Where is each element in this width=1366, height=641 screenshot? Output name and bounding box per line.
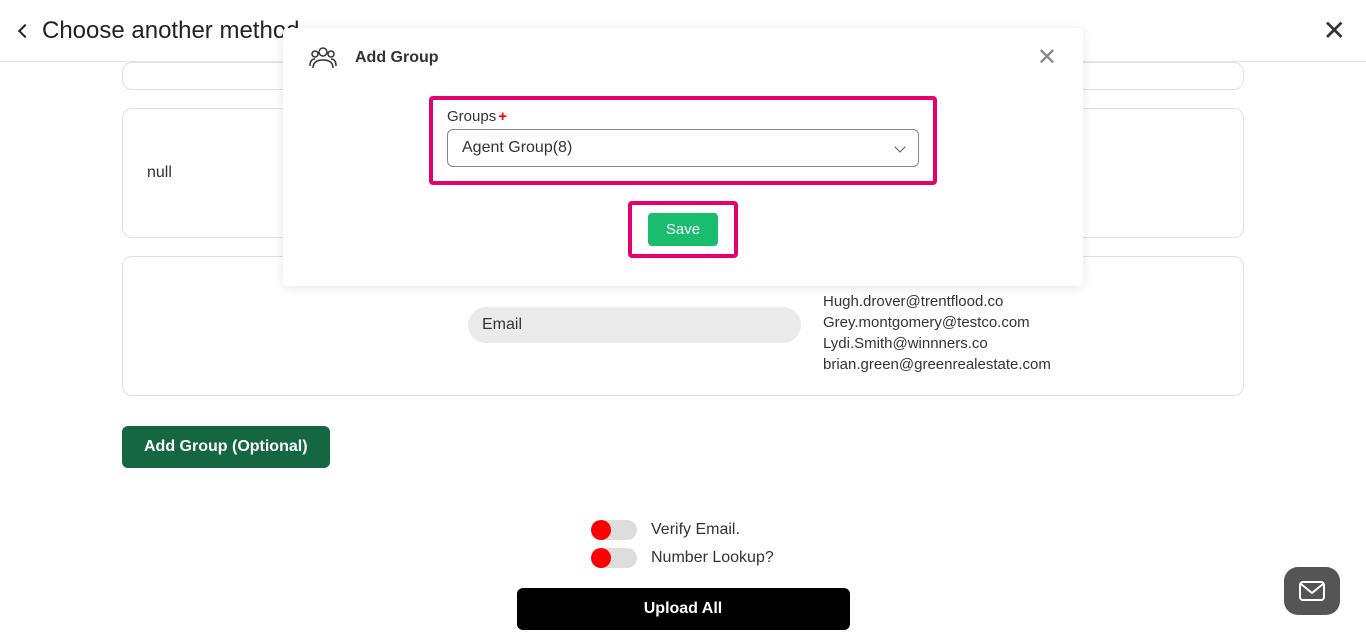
- help-bubble[interactable]: [1284, 567, 1340, 615]
- add-group-button[interactable]: Add Group (Optional): [122, 426, 330, 468]
- email-list-item: Grey.montgomery@testco.com: [823, 312, 1051, 333]
- email-list-item: Hugh.drover@trentflood.co: [823, 291, 1051, 312]
- verify-email-label: Verify Email.: [651, 521, 791, 539]
- number-lookup-toggle[interactable]: [591, 548, 637, 568]
- upload-all-button[interactable]: Upload All: [517, 588, 850, 630]
- group-icon: [309, 46, 337, 70]
- modal-header-left: Add Group: [309, 46, 439, 70]
- groups-select[interactable]: Agent Group(8): [447, 129, 919, 167]
- save-highlight: Save: [628, 201, 738, 258]
- groups-label-text: Groups: [447, 108, 496, 125]
- modal-body: Groups+ Agent Group(8) Save: [283, 88, 1083, 286]
- groups-select-value: Agent Group(8): [462, 139, 572, 157]
- email-field[interactable]: Email: [468, 307, 801, 343]
- email-list-item: Lydi.Smith@winnners.co: [823, 333, 1051, 354]
- chevron-down-icon: [894, 141, 905, 152]
- back-arrow-icon[interactable]: [18, 23, 32, 37]
- number-lookup-label: Number Lookup?: [651, 549, 791, 567]
- email-field-label: Email: [482, 316, 522, 334]
- modal-close-icon[interactable]: ✕: [1037, 46, 1057, 70]
- page-title: Choose another method: [42, 17, 300, 45]
- modal-title: Add Group: [355, 49, 439, 67]
- groups-highlight: Groups+ Agent Group(8): [429, 96, 937, 185]
- verify-email-toggle[interactable]: [591, 520, 637, 540]
- top-left: Choose another method: [20, 17, 300, 45]
- add-group-modal: Add Group ✕ Groups+ Agent Group(8) Save: [283, 28, 1083, 286]
- toggle-row-number: Number Lookup?: [591, 548, 791, 568]
- toggle-row-verify: Verify Email.: [591, 520, 791, 540]
- mail-icon: [1298, 580, 1326, 602]
- modal-header: Add Group ✕: [283, 28, 1083, 88]
- null-text: null: [147, 164, 172, 182]
- groups-label: Groups+: [447, 108, 919, 125]
- save-button[interactable]: Save: [648, 213, 718, 246]
- email-list-item: brian.green@greenrealestate.com: [823, 354, 1051, 375]
- page-close-icon[interactable]: ✕: [1323, 17, 1346, 45]
- email-list: Hugh.drover@trentflood.co Grey.montgomer…: [823, 291, 1051, 375]
- toggles: Verify Email. Number Lookup?: [122, 520, 1244, 568]
- plus-icon[interactable]: +: [498, 108, 507, 125]
